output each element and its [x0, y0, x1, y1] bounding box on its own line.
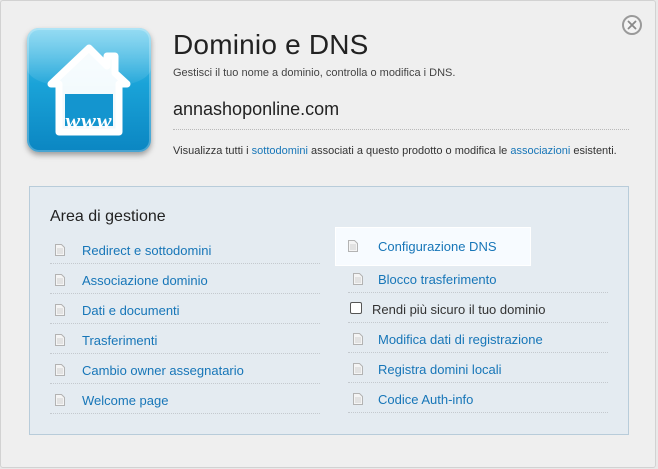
menu-item-welcome-page[interactable]: Welcome page	[50, 388, 320, 414]
close-button[interactable]	[622, 15, 642, 35]
secure-domain-checkbox[interactable]	[350, 302, 362, 314]
page-title: Dominio e DNS	[173, 29, 369, 60]
page-subtitle: Gestisci il tuo nome a dominio, controll…	[173, 67, 456, 79]
sottodomini-link[interactable]: sottodomini	[252, 145, 308, 157]
document-icon	[353, 393, 363, 405]
menu-item-associazione[interactable]: Associazione dominio	[50, 268, 320, 294]
menu-item-redirect[interactable]: Redirect e sottodomini	[50, 238, 320, 264]
document-icon	[55, 274, 65, 286]
document-icon	[353, 333, 363, 345]
checkbox-row-sicurezza[interactable]: Rendi più sicuro il tuo dominio	[348, 297, 608, 323]
menu-item-label[interactable]: Configurazione DNS	[378, 239, 497, 254]
menu-item-blocco-trasferimento[interactable]: Blocco trasferimento	[348, 267, 608, 293]
panel-title: Area di gestione	[50, 208, 166, 225]
close-icon	[627, 20, 637, 30]
menu-item-label[interactable]: Cambio owner assegnatario	[82, 363, 244, 378]
menu-item-registra-domini[interactable]: Registra domini locali	[348, 357, 608, 383]
menu-item-label[interactable]: Blocco trasferimento	[378, 272, 497, 287]
house-www-icon: www	[27, 28, 151, 152]
icon-caption: www	[65, 108, 113, 133]
menu-item-label[interactable]: Registra domini locali	[378, 362, 502, 377]
document-icon	[55, 364, 65, 376]
document-icon	[353, 273, 363, 285]
document-icon	[353, 363, 363, 375]
dialog-window: www Dominio e DNS Gestisci il tuo nome a…	[0, 0, 656, 468]
document-icon	[348, 240, 358, 252]
header-divider	[173, 129, 629, 130]
document-icon	[55, 244, 65, 256]
menu-item-codice-auth[interactable]: Codice Auth-info	[348, 387, 608, 413]
menu-item-label[interactable]: Trasferimenti	[82, 333, 157, 348]
associazioni-link[interactable]: associazioni	[510, 145, 570, 157]
menu-item-label[interactable]: Associazione dominio	[82, 273, 208, 288]
menu-item-cambio-owner[interactable]: Cambio owner assegnatario	[50, 358, 320, 384]
menu-item-label[interactable]: Welcome page	[82, 393, 168, 408]
info-text: Visualizza tutti i sottodomini associati…	[173, 145, 617, 157]
domain-name: annashoponline.com	[173, 99, 340, 119]
menu-item-label[interactable]: Dati e documenti	[82, 303, 180, 318]
document-icon	[55, 334, 65, 346]
menu-item-label[interactable]: Modifica dati di registrazione	[378, 332, 543, 347]
menu-item-modifica-dati[interactable]: Modifica dati di registrazione	[348, 327, 608, 353]
menu-item-configurazione-dns[interactable]: Configurazione DNS	[336, 228, 530, 265]
document-icon	[55, 394, 65, 406]
document-icon	[55, 304, 65, 316]
menu-item-label[interactable]: Codice Auth-info	[378, 392, 473, 407]
menu-item-dati[interactable]: Dati e documenti	[50, 298, 320, 324]
menu-item-label[interactable]: Redirect e sottodomini	[82, 243, 211, 258]
secure-domain-label[interactable]: Rendi più sicuro il tuo dominio	[372, 302, 545, 317]
menu-item-trasferimenti[interactable]: Trasferimenti	[50, 328, 320, 354]
management-panel: Area di gestione Redirect e sottodomini …	[29, 186, 629, 435]
